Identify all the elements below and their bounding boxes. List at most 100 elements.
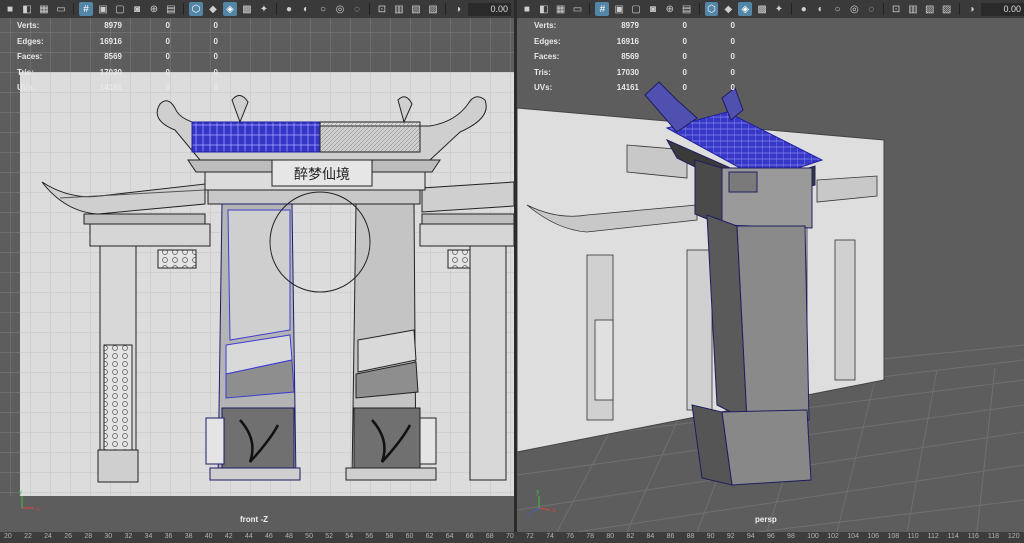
use-all-lights-icon[interactable]: ✦ [772,2,786,16]
xray-joints-icon[interactable]: ▧ [923,2,937,16]
textured-icon[interactable]: ▩ [240,2,254,16]
timeline-tick-label: 50 [305,533,313,540]
textured-icon[interactable]: ▩ [755,2,769,16]
image-plane-icon[interactable]: ▭ [571,2,585,16]
selected-roof-tiles [191,121,321,153]
timeline-tick-label: 60 [405,533,414,540]
bookmark-icon[interactable]: ▦ [554,2,568,16]
timeline-tick-label: 102 [827,533,839,540]
safe-action-icon[interactable]: ▤ [164,2,178,16]
ambient-occlusion-icon[interactable]: ◐ [299,2,313,16]
exposure-icon[interactable]: ◑ [451,2,465,16]
viewport-floor [0,496,514,532]
wireframe-icon[interactable]: ⬡ [704,2,719,16]
camera-label: persp [755,515,777,524]
anti-alias-icon[interactable]: ◎ [847,2,861,16]
timeline-tick-label: 30 [104,533,113,540]
smooth-shade-icon[interactable]: ◆ [721,2,735,16]
shadows-icon[interactable]: ● [282,2,296,16]
anti-alias-icon[interactable]: ◎ [333,2,347,16]
exposure-icon[interactable]: ◑ [965,2,979,16]
field-chart-icon[interactable]: ⊕ [147,2,161,16]
timeline-tick-label: 48 [285,533,293,540]
shadows-icon[interactable]: ● [797,2,811,16]
camera-icon[interactable]: ■ [3,2,17,16]
timeline-tick-label: 28 [84,533,93,540]
gate-mask-icon[interactable]: ◙ [646,2,660,16]
hud-value: 0 [730,21,735,31]
hud-label: UVs: [17,83,36,93]
viewport-persp[interactable]: ■ ◧ ▦ ▭ # ▣ ▢ ◙ ⊕ ▤ ⬡ ◆ ◈ ▩ ✦ ● ◐ ○ ◎ ◌ … [517,0,1024,532]
wireframe-on-shaded-icon[interactable]: ◈ [738,2,753,16]
motion-blur-icon[interactable]: ○ [831,2,845,16]
gate-mask-icon[interactable]: ◙ [130,2,144,16]
camera-icon[interactable]: ■ [520,2,534,16]
timeline-tick-label: 70 [505,533,514,540]
smooth-shade-icon[interactable]: ◆ [206,2,220,16]
grid-icon[interactable]: # [595,2,610,16]
time-slider[interactable]: 20 22 24 26 28 30 32 34 36 38 40 42 44 46 48 50 52 54 56 58… [0,532,1024,543]
image-plane-icon[interactable]: ▭ [54,2,68,16]
isolate-select-icon[interactable]: ⊡ [889,2,903,16]
xray-components-icon[interactable]: ▨ [940,2,954,16]
camera-attrs-icon[interactable]: ◧ [537,2,551,16]
xray-icon[interactable]: ▥ [392,2,406,16]
timeline-tick-label: 112 [927,533,939,540]
hud-value: 0 [682,36,687,46]
xray-joints-icon[interactable]: ▧ [409,2,423,16]
depth-of-field-icon[interactable]: ◌ [864,2,878,16]
timeline-tick-label: 46 [265,533,273,540]
timeline-tick-label: 96 [766,533,775,540]
timeline-tick-label: 100 [807,533,819,540]
film-gate-icon[interactable]: ▣ [612,2,626,16]
xray-components-icon[interactable]: ▨ [426,2,440,16]
timeline-tick-label: 68 [485,533,494,540]
toolbar-separator [183,3,184,15]
hud-row: Edges: 16916 0 0 [534,34,735,50]
hud-value: 0 [213,67,218,77]
toolbar-separator [589,3,591,15]
axis-z-label: z [527,510,530,518]
wireframe-icon[interactable]: ⬡ [189,2,203,16]
motion-blur-icon[interactable]: ○ [316,2,330,16]
ambient-occlusion-icon[interactable]: ◐ [814,2,828,16]
use-all-lights-icon[interactable]: ✦ [257,2,271,16]
resolution-gate-icon[interactable]: ▢ [113,2,127,16]
hud-value: 0 [682,21,687,31]
hud-label: Edges: [534,36,561,46]
hud-row: Tris: 17030 0 0 [17,65,218,81]
bookmark-icon[interactable]: ▦ [37,2,51,16]
toolbar-separator [276,3,277,15]
field-chart-icon[interactable]: ⊕ [663,2,677,16]
hud-value: 0 [682,52,687,62]
grid-icon[interactable]: # [79,2,93,16]
timeline-tick-label: 38 [184,533,193,540]
isolate-select-icon[interactable]: ⊡ [375,2,389,16]
hud-value: 0 [165,52,170,62]
xray-icon[interactable]: ▥ [906,2,920,16]
film-gate-icon[interactable]: ▣ [96,2,110,16]
hud-label: Verts: [17,21,40,31]
resolution-gate-icon[interactable]: ▢ [629,2,643,16]
outer-pillar-left [97,245,139,483]
hud-value: 8569 [621,52,639,62]
hud-value: 14161 [99,83,122,93]
timeline-tick-label: 94 [746,533,755,540]
hud-value: 0 [730,52,735,62]
timeline-tick-label: 20 [4,533,12,540]
viewport-front[interactable]: ■ ◧ ▦ ▭ # ▣ ▢ ◙ ⊕ ▤ ⬡ ◆ ◈ ▩ ✦ ● ◐ ○ ◎ ◌ … [0,0,514,532]
hud-label: Faces: [534,52,560,62]
camera-attrs-icon[interactable]: ◧ [20,2,34,16]
hud-value: 16916 [616,36,639,46]
wireframe-on-shaded-icon[interactable]: ◈ [223,2,237,16]
exposure-field[interactable]: 0.00 [981,2,1024,16]
hud-value: 0 [213,52,218,62]
toolbar-separator [73,3,74,15]
safe-action-icon[interactable]: ▤ [680,2,694,16]
depth-of-field-icon[interactable]: ◌ [350,2,364,16]
timeline-tick-label: 82 [626,533,635,540]
timeline-tick-label: 44 [244,533,253,540]
exposure-field[interactable]: 0.00 [468,2,511,16]
timeline-tick-label: 92 [726,533,735,540]
hud-row: Faces: 8569 0 0 [17,49,218,65]
